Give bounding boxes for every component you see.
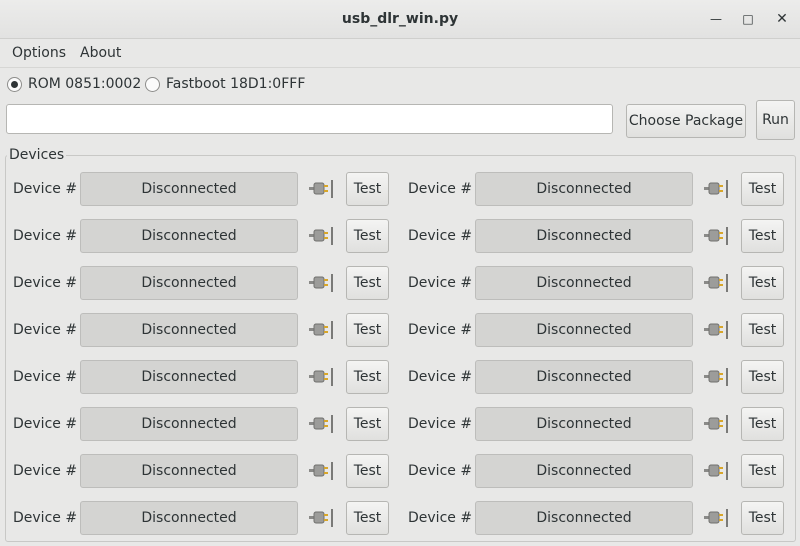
device-status-field: Disconnected	[80, 266, 298, 300]
device-status-field: Disconnected	[80, 454, 298, 488]
device-status-field: Disconnected	[475, 454, 693, 488]
test-button[interactable]: Test	[346, 266, 389, 300]
device-status-field: Disconnected	[475, 266, 693, 300]
device-label: Device #	[408, 463, 473, 479]
device-status-field: Disconnected	[475, 407, 693, 441]
menu-about[interactable]: About	[80, 45, 121, 61]
test-button[interactable]: Test	[741, 454, 784, 488]
device-status-field: Disconnected	[80, 501, 298, 535]
device-label: Device #	[13, 463, 78, 479]
device-label: Device #	[408, 510, 473, 526]
plug-icon	[308, 366, 334, 388]
plug-icon	[308, 178, 334, 200]
test-button[interactable]: Test	[741, 219, 784, 253]
fastboot-radio[interactable]: Fastboot 18D1:0FFF	[145, 74, 305, 94]
device-status-field: Disconnected	[80, 407, 298, 441]
test-button[interactable]: Test	[346, 360, 389, 394]
plug-icon	[703, 272, 729, 294]
plug-icon	[703, 413, 729, 435]
choose-package-button[interactable]: Choose Package	[626, 104, 746, 138]
device-label: Device #	[13, 416, 78, 432]
test-button[interactable]: Test	[346, 454, 389, 488]
device-status-field: Disconnected	[475, 360, 693, 394]
menu-options[interactable]: Options	[12, 45, 66, 61]
plug-icon	[703, 225, 729, 247]
device-label: Device #	[408, 181, 473, 197]
title-bar[interactable]: usb_dlr_win.py — □ ✕	[0, 0, 800, 39]
test-button[interactable]: Test	[741, 172, 784, 206]
plug-icon	[703, 178, 729, 200]
device-status-field: Disconnected	[80, 172, 298, 206]
plug-icon	[703, 460, 729, 482]
maximize-button[interactable]: □	[738, 9, 758, 29]
menu-bar: Options About	[0, 39, 800, 68]
test-button[interactable]: Test	[741, 266, 784, 300]
plug-icon	[308, 507, 334, 529]
device-status-field: Disconnected	[80, 219, 298, 253]
device-status-field: Disconnected	[475, 501, 693, 535]
device-label: Device #	[13, 510, 78, 526]
device-status-field: Disconnected	[475, 219, 693, 253]
close-button[interactable]: ✕	[772, 9, 792, 29]
test-button[interactable]: Test	[346, 313, 389, 347]
device-label: Device #	[13, 228, 78, 244]
package-path-input[interactable]	[6, 104, 613, 134]
plug-icon	[308, 460, 334, 482]
rom-radio[interactable]: ROM 0851:0002	[7, 74, 141, 94]
device-label: Device #	[13, 369, 78, 385]
test-button[interactable]: Test	[741, 501, 784, 535]
fastboot-radio-label: Fastboot 18D1:0FFF	[166, 76, 306, 92]
device-label: Device #	[408, 275, 473, 291]
window-title: usb_dlr_win.py	[341, 11, 459, 27]
test-button[interactable]: Test	[741, 360, 784, 394]
device-status-field: Disconnected	[80, 313, 298, 347]
run-button[interactable]: Run	[756, 100, 795, 140]
device-status-field: Disconnected	[475, 313, 693, 347]
plug-icon	[703, 319, 729, 341]
test-button[interactable]: Test	[346, 407, 389, 441]
test-button[interactable]: Test	[346, 219, 389, 253]
plug-icon	[308, 413, 334, 435]
plug-icon	[703, 366, 729, 388]
test-button[interactable]: Test	[741, 313, 784, 347]
device-label: Device #	[13, 275, 78, 291]
plug-icon	[308, 319, 334, 341]
device-status-field: Disconnected	[80, 360, 298, 394]
minimize-button[interactable]: —	[706, 9, 726, 29]
test-button[interactable]: Test	[346, 501, 389, 535]
rom-radio-indicator[interactable]	[7, 76, 22, 92]
plug-icon	[308, 272, 334, 294]
device-label: Device #	[13, 322, 78, 338]
test-button[interactable]: Test	[741, 407, 784, 441]
app-window: usb_dlr_win.py — □ ✕ Options About ROM 0…	[0, 0, 800, 546]
rom-radio-label: ROM 0851:0002	[28, 76, 142, 92]
device-label: Device #	[408, 416, 473, 432]
device-status-field: Disconnected	[475, 172, 693, 206]
device-label: Device #	[408, 228, 473, 244]
device-label: Device #	[408, 369, 473, 385]
device-label: Device #	[408, 322, 473, 338]
device-label: Device #	[13, 181, 78, 197]
devices-group-label: Devices	[7, 147, 67, 163]
fastboot-radio-indicator[interactable]	[145, 76, 160, 92]
plug-icon	[703, 507, 729, 529]
plug-icon	[308, 225, 334, 247]
test-button[interactable]: Test	[346, 172, 389, 206]
